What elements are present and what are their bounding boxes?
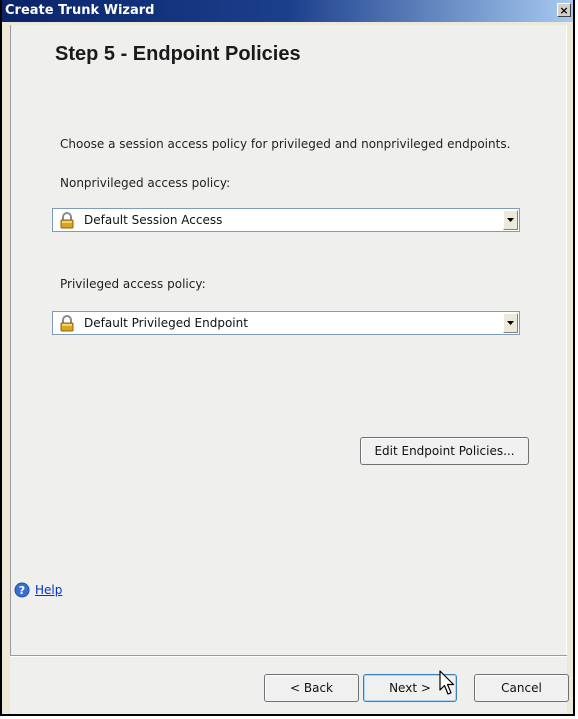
page-title: Step 5 - Endpoint Policies xyxy=(55,43,301,65)
dropdown-arrow-button[interactable] xyxy=(503,313,518,333)
chevron-down-icon xyxy=(507,218,514,222)
window-title: Create Trunk Wizard xyxy=(5,3,155,18)
close-button[interactable]: × xyxy=(557,3,571,17)
privileged-policy-select[interactable]: Default Privileged Endpoint xyxy=(52,311,520,335)
nonprivileged-policy-select[interactable]: Default Session Access xyxy=(52,208,520,232)
nonprivileged-label: Nonprivileged access policy: xyxy=(60,176,231,190)
privileged-policy-value: Default Privileged Endpoint xyxy=(84,316,248,330)
help-icon[interactable]: ? xyxy=(14,582,30,598)
chevron-down-icon xyxy=(507,321,514,325)
wizard-content xyxy=(10,25,567,655)
cancel-button[interactable]: Cancel xyxy=(474,674,569,702)
dropdown-arrow-button[interactable] xyxy=(503,210,518,230)
mouse-cursor-icon xyxy=(439,670,455,695)
lock-icon xyxy=(60,212,74,229)
nonprivileged-policy-value: Default Session Access xyxy=(84,213,223,227)
lock-icon xyxy=(60,315,74,332)
wizard-window: Create Trunk Wizard × Step 5 - Endpoint … xyxy=(0,0,575,716)
instruction-text: Choose a session access policy for privi… xyxy=(60,137,511,151)
privileged-label: Privileged access policy: xyxy=(60,277,206,291)
title-bar[interactable]: Create Trunk Wizard × xyxy=(2,0,573,22)
back-button[interactable]: < Back xyxy=(264,674,359,702)
help-link[interactable]: Help xyxy=(35,583,62,597)
edit-endpoint-policies-button[interactable]: Edit Endpoint Policies... xyxy=(360,437,529,465)
svg-text:?: ? xyxy=(19,584,25,597)
